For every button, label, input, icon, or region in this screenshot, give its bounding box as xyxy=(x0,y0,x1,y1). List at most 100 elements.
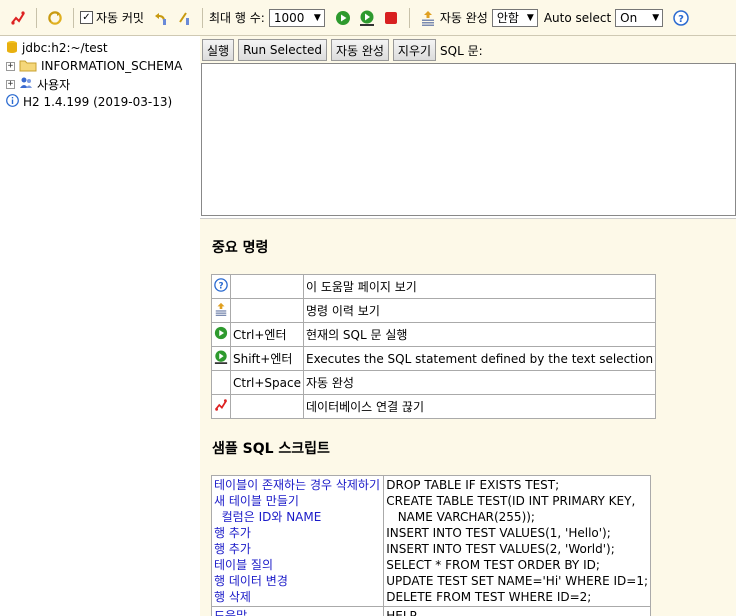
sample-label[interactable]: 테이블이 존재하는 경우 삭제하기 xyxy=(214,477,381,493)
sample-sql: INSERT INTO TEST VALUES(1, 'Hello'); xyxy=(386,526,611,540)
info-icon xyxy=(6,94,19,110)
help-icon[interactable]: ? xyxy=(673,9,689,26)
sample-sql: DROP TABLE IF EXISTS TEST; xyxy=(386,478,560,492)
database-icon xyxy=(6,40,18,57)
sample-sql: DELETE FROM TEST WHERE ID=2; xyxy=(386,590,592,604)
command-desc: 자동 완성 xyxy=(302,370,657,395)
sample-label[interactable]: 컬럼은 ID와 NAME xyxy=(214,509,381,525)
table-row: 명령 이력 보기 xyxy=(211,298,657,323)
stop-icon[interactable] xyxy=(383,10,399,26)
run-selected-icon[interactable] xyxy=(359,10,375,26)
schema-label: INFORMATION_SCHEMA xyxy=(41,59,183,73)
sample-sql: CREATE TABLE TEST(ID INT PRIMARY KEY, xyxy=(386,494,636,508)
connection-label: jdbc:h2:~/test xyxy=(22,41,108,55)
rollback-icon[interactable] xyxy=(152,10,168,26)
help-sql: HELP ... xyxy=(383,606,651,616)
svg-text:?: ? xyxy=(218,282,223,292)
clear-button[interactable]: 지우기 xyxy=(392,39,437,61)
tree-version: H2 1.4.199 (2019-03-13) xyxy=(0,93,200,111)
help-icon[interactable]: ? xyxy=(211,274,231,299)
max-rows-label: 최대 행 수: xyxy=(208,11,265,25)
table-row: ? 이 도움말 페이지 보기 xyxy=(211,274,657,299)
autoselect-value: On xyxy=(620,10,638,25)
table-row: Ctrl+Space 자동 완성 xyxy=(211,370,657,395)
sample-sql-cell: DROP TABLE IF EXISTS TEST; CREATE TABLE … xyxy=(383,475,651,607)
commit-icon[interactable] xyxy=(176,10,192,26)
sample-label[interactable]: 행 데이터 변경 xyxy=(214,573,381,589)
result-panel: 중요 명령 ? 이 도움말 페이지 보기 명령 이력 보기 Ctrl+엔터 현재… xyxy=(200,218,736,616)
autocomplete-value: 안함 xyxy=(496,11,519,25)
sample-label[interactable]: 행 추가 xyxy=(214,541,381,557)
chevron-down-icon: ▼ xyxy=(652,12,660,23)
tree-users[interactable]: + 사용자 xyxy=(0,75,200,93)
autocomplete-label: 자동 완성 xyxy=(439,11,488,25)
command-key: Shift+엔터 xyxy=(230,346,304,371)
sample-sql: UPDATE TEST SET NAME='Hi' WHERE ID=1; xyxy=(386,574,648,588)
max-rows-value: 1000 xyxy=(273,10,305,25)
history-icon[interactable] xyxy=(211,298,231,323)
command-key xyxy=(230,274,304,299)
toolbar-separator xyxy=(201,7,203,28)
disconnect-icon[interactable] xyxy=(10,10,26,26)
users-label: 사용자 xyxy=(37,77,71,92)
autocomplete-button[interactable]: 자동 완성 xyxy=(330,39,389,61)
autoselect-label: Auto select xyxy=(543,10,612,25)
table-row: 도움말 HELP ... xyxy=(210,606,651,616)
sample-sql: SELECT * FROM TEST ORDER BY ID; xyxy=(386,558,600,572)
run-icon[interactable] xyxy=(335,10,351,26)
users-icon xyxy=(19,76,33,93)
sample-label[interactable]: 행 추가 xyxy=(214,525,381,541)
run-selected-icon[interactable] xyxy=(211,346,231,371)
sample-sql: NAME VARCHAR(255)); xyxy=(386,510,535,524)
autocommit-label: 자동 커밋 xyxy=(96,11,144,25)
command-desc: 이 도움말 페이지 보기 xyxy=(302,274,657,299)
refresh-icon[interactable] xyxy=(47,10,63,26)
tree-connection[interactable]: jdbc:h2:~/test xyxy=(0,39,200,57)
command-desc: Executes the SQL statement defined by th… xyxy=(302,346,657,371)
object-tree: jdbc:h2:~/test + INFORMATION_SCHEMA + 사용… xyxy=(0,36,200,616)
command-key xyxy=(230,394,304,419)
sample-label[interactable]: 행 삭제 xyxy=(214,589,381,605)
toolbar-separator xyxy=(408,7,410,28)
sample-sql: INSERT INTO TEST VALUES(2, 'World'); xyxy=(386,542,615,556)
sample-sql-table: 테이블이 존재하는 경우 삭제하기 새 테이블 만들기 컬럼은 ID와 NAME… xyxy=(210,475,651,616)
max-rows-select[interactable]: 1000 ▼ xyxy=(268,8,325,27)
empty-icon-cell xyxy=(211,370,231,395)
sql-input[interactable] xyxy=(201,63,736,216)
important-commands-title: 중요 명령 xyxy=(212,240,269,256)
help-link[interactable]: 도움말 xyxy=(210,606,385,616)
toolbar-separator xyxy=(36,7,37,28)
command-key: Ctrl+엔터 xyxy=(230,322,304,347)
chevron-down-icon: ▼ xyxy=(313,12,321,23)
command-desc: 데이터베이스 연결 끊기 xyxy=(302,394,657,419)
expand-icon[interactable]: + xyxy=(6,79,15,89)
command-desc: 명령 이력 보기 xyxy=(302,298,657,323)
history-icon[interactable] xyxy=(420,10,436,26)
command-key xyxy=(230,298,304,323)
sql-button-bar: 실행 Run Selected 자동 완성 지우기 SQL 문: xyxy=(200,36,736,64)
autocomplete-select[interactable]: 안함 ▼ xyxy=(491,8,538,27)
tree-schema[interactable]: + INFORMATION_SCHEMA xyxy=(0,57,200,75)
sample-labels-cell: 테이블이 존재하는 경우 삭제하기 새 테이블 만들기 컬럼은 ID와 NAME… xyxy=(210,475,385,607)
command-desc: 현재의 SQL 문 실행 xyxy=(302,322,657,347)
autocommit-checkbox[interactable]: ✓ xyxy=(80,11,93,24)
run-icon[interactable] xyxy=(211,322,231,347)
sql-statement-label: SQL 문: xyxy=(440,43,483,58)
commands-table: ? 이 도움말 페이지 보기 명령 이력 보기 Ctrl+엔터 현재의 SQL … xyxy=(211,274,657,419)
expand-icon[interactable]: + xyxy=(6,61,15,71)
table-row: Ctrl+엔터 현재의 SQL 문 실행 xyxy=(211,322,657,347)
autoselect-select[interactable]: On ▼ xyxy=(615,8,664,27)
run-button[interactable]: 실행 xyxy=(202,39,235,61)
table-row: Shift+엔터 Executes the SQL statement defi… xyxy=(211,346,657,371)
folder-icon xyxy=(19,58,37,75)
table-row: 데이터베이스 연결 끊기 xyxy=(211,394,657,419)
sample-label[interactable]: 테이블 질의 xyxy=(214,557,381,573)
chevron-down-icon: ▼ xyxy=(526,12,534,23)
disconnect-icon[interactable] xyxy=(211,394,231,419)
sample-sql-title: 샘플 SQL 스크립트 xyxy=(212,441,330,457)
run-selected-button[interactable]: Run Selected xyxy=(238,39,327,61)
sample-label[interactable]: 새 테이블 만들기 xyxy=(214,493,381,509)
version-label: H2 1.4.199 (2019-03-13) xyxy=(23,95,173,109)
toolbar: ✓ 자동 커밋 최대 행 수: 1000 ▼ 자동 완성 안함 ▼ Auto sel… xyxy=(0,0,736,36)
svg-text:?: ? xyxy=(678,14,684,25)
